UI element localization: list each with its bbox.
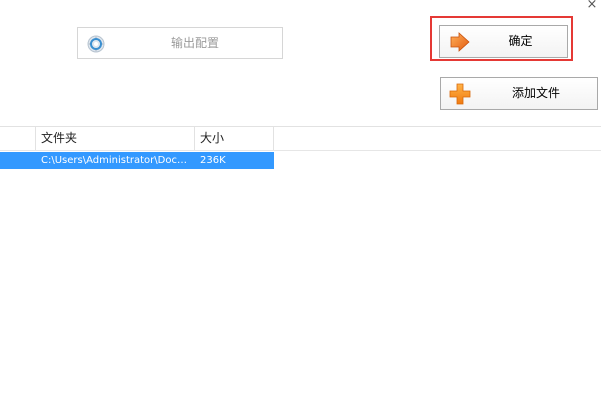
output-config-label: 输出配置	[170, 36, 219, 50]
size-cell: 236K	[200, 155, 226, 166]
file-list[interactable]: 文件夹 大小 C:\Users\Administrator\Doc… 236K	[0, 126, 601, 399]
file-list-header: 文件夹 大小	[0, 127, 601, 151]
column-header-blank[interactable]	[0, 127, 36, 150]
add-file-label: 添加文件	[511, 86, 560, 100]
column-header-folder[interactable]: 文件夹	[36, 127, 195, 150]
arrow-right-icon	[448, 32, 472, 52]
confirm-button[interactable]: 确定	[439, 25, 568, 58]
close-icon[interactable]: ×	[583, 0, 601, 12]
gear-icon	[86, 34, 106, 54]
column-header-size[interactable]: 大小	[195, 127, 274, 150]
output-config-button[interactable]: 输出配置	[77, 27, 283, 59]
plus-icon	[448, 82, 472, 106]
add-file-button[interactable]: 添加文件	[440, 77, 598, 110]
folder-cell: C:\Users\Administrator\Doc…	[41, 155, 187, 166]
table-row[interactable]: C:\Users\Administrator\Doc… 236K	[0, 152, 274, 169]
confirm-label: 确定	[508, 34, 533, 48]
